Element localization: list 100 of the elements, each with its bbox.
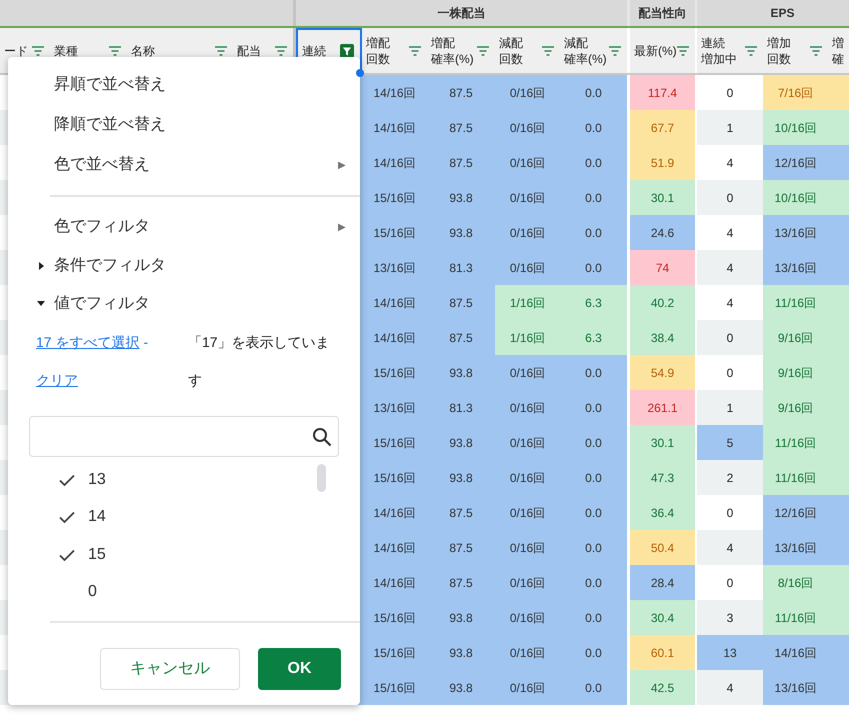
table-cell: 0.0: [560, 215, 627, 250]
table-cell: 15/16回: [362, 600, 427, 635]
table-cell: 13/16回: [763, 670, 849, 705]
table-cell: 4: [697, 250, 763, 285]
table-cell: 0.0: [560, 600, 627, 635]
table-cell: 51.9: [630, 145, 695, 180]
column-header[interactable]: 増配 回数: [362, 28, 427, 73]
table-cell: 14/16回: [362, 320, 427, 355]
table-cell: 14/16回: [362, 565, 427, 600]
section-toggle[interactable]: 値でフィルタ: [8, 285, 360, 323]
table-cell: 0/16回: [495, 460, 560, 495]
table-cell: 10/16回: [763, 110, 849, 145]
value-option[interactable]: 13: [8, 461, 360, 498]
column-header[interactable]: 減配 確率(%): [560, 28, 627, 73]
table-cell: 117.4: [630, 75, 695, 110]
column-header[interactable]: 連続 増加中: [697, 28, 763, 73]
value-option[interactable]: 14: [8, 498, 360, 536]
table-cell: 81.3: [427, 250, 495, 285]
table-cell: 10/16回: [763, 180, 849, 215]
table-cell: 0.0: [560, 390, 627, 425]
table-cell: 36.4: [630, 495, 695, 530]
submenu-arrow: ▶: [338, 220, 346, 234]
column-header[interactable]: 増 確: [828, 28, 849, 73]
status-text: 「17」を表示しています: [188, 333, 331, 390]
table-cell: 0/16回: [495, 215, 560, 250]
table-cell: 11/16回: [763, 460, 849, 495]
table-cell: 47.3: [630, 460, 695, 495]
table-cell: 87.5: [427, 110, 495, 145]
table-cell: 38.4: [630, 320, 695, 355]
table-cell: 0.0: [560, 460, 627, 495]
table-cell: 9/16回: [763, 320, 849, 355]
menu-item[interactable]: 降順で並べ替え: [8, 105, 360, 145]
table-cell: 0.0: [560, 670, 627, 705]
table-cell: 6.3: [560, 320, 627, 355]
select-all-link[interactable]: 17 をすべて選択: [36, 332, 140, 352]
table-cell: 0/16回: [495, 530, 560, 565]
table-cell: 42.5: [630, 670, 695, 705]
table-cell: 28.4: [630, 565, 695, 600]
table-cell: 3: [697, 600, 763, 635]
column-header[interactable]: 増加 回数: [763, 28, 828, 73]
column-header[interactable]: 最新(%): [630, 28, 695, 73]
table-cell: 74: [630, 250, 695, 285]
table-cell: 1: [697, 110, 763, 145]
table-cell: 87.5: [427, 530, 495, 565]
table-cell: 11/16回: [763, 285, 849, 320]
table-cell: 87.5: [427, 495, 495, 530]
table-cell: 14/16回: [362, 495, 427, 530]
table-cell: 13/16回: [763, 530, 849, 565]
table-cell: 0: [697, 180, 763, 215]
table-cell: 1/16回: [495, 285, 560, 320]
table-cell: 0/16回: [495, 565, 560, 600]
table-cell: 0.0: [560, 565, 627, 600]
table-cell: 4: [697, 530, 763, 565]
table-cell: 15/16回: [362, 425, 427, 460]
column-header[interactable]: 増配 確率(%): [427, 28, 495, 73]
table-cell: 14/16回: [362, 530, 427, 565]
table-cell: 0/16回: [495, 75, 560, 110]
column-group-header: 一株配当: [436, 5, 486, 22]
table-cell: 15/16回: [362, 460, 427, 495]
table-cell: 14/16回: [362, 75, 427, 110]
column-group-header: 配当性向: [638, 5, 688, 22]
clear-link[interactable]: クリア: [36, 370, 78, 390]
column-header[interactable]: 減配 回数: [495, 28, 560, 73]
value-option[interactable]: 0: [8, 574, 360, 611]
table-cell: 50.4: [630, 530, 695, 565]
table-cell: 12/16回: [763, 495, 849, 530]
table-cell: 0.0: [560, 495, 627, 530]
table-cell: 0.0: [560, 530, 627, 565]
table-cell: 15/16回: [362, 215, 427, 250]
table-cell: 0/16回: [495, 110, 560, 145]
table-cell: 13/16回: [763, 215, 849, 250]
menu-item-label[interactable]: 色で並べ替え: [54, 153, 150, 177]
table-cell: 15/16回: [362, 670, 427, 705]
table-cell: 0/16回: [495, 355, 560, 390]
table-cell: 0.0: [560, 180, 627, 215]
cancel-button[interactable]: キャンセル: [100, 648, 240, 690]
table-cell: 87.5: [427, 75, 495, 110]
value-option[interactable]: 15: [8, 536, 360, 574]
table-cell: 7/16回: [763, 75, 849, 110]
table-cell: 0/16回: [495, 180, 560, 215]
ok-button[interactable]: OK: [258, 648, 341, 690]
table-cell: 0.0: [560, 355, 627, 390]
table-cell: 1/16回: [495, 320, 560, 355]
table-cell: 93.8: [427, 355, 495, 390]
table-cell: 0.0: [560, 250, 627, 285]
section-toggle[interactable]: 条件でフィルタ: [8, 247, 360, 285]
table-cell: 93.8: [427, 600, 495, 635]
table-cell: 4: [697, 670, 763, 705]
table-cell: 87.5: [427, 320, 495, 355]
table-cell: 40.2: [630, 285, 695, 320]
table-cell: 0/16回: [495, 600, 560, 635]
separator-text: -: [143, 332, 148, 352]
menu-item-label[interactable]: 色でフィルタ: [54, 215, 150, 239]
table-cell: 93.8: [427, 180, 495, 215]
table-cell: 15/16回: [362, 355, 427, 390]
table-cell: 5: [697, 425, 763, 460]
table-cell: 11/16回: [763, 600, 849, 635]
table-cell: 14/16回: [362, 285, 427, 320]
table-cell: 24.6: [630, 215, 695, 250]
table-cell: 0.0: [560, 75, 627, 110]
